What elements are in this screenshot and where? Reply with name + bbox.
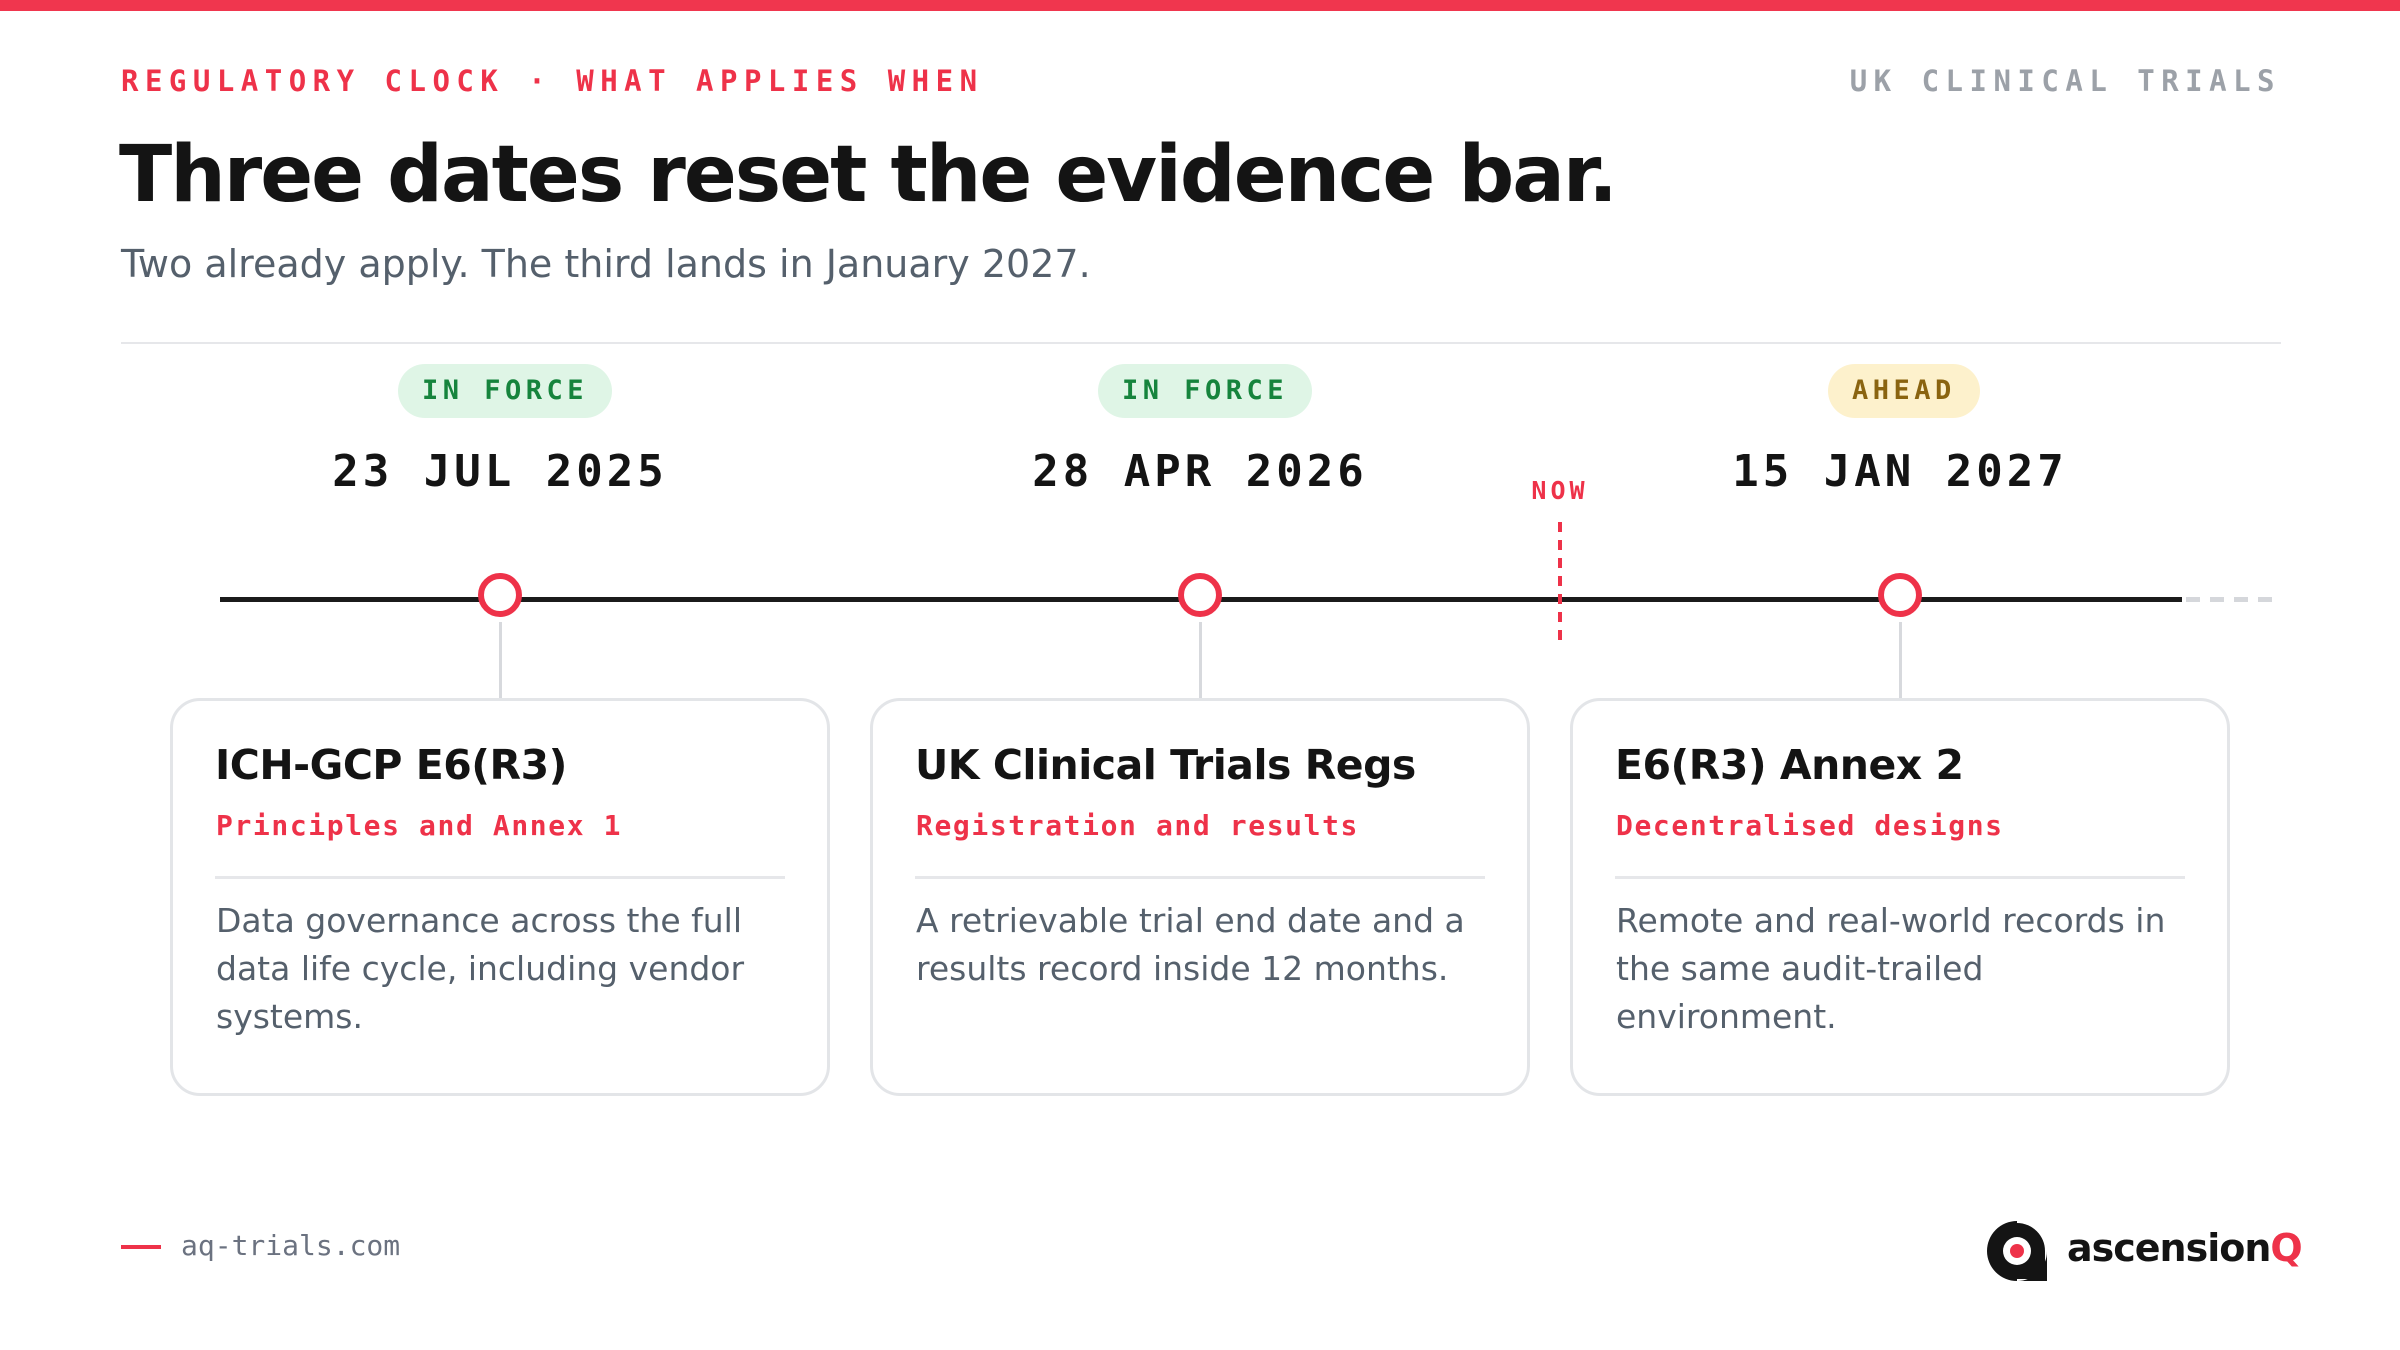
status-badge: IN FORCE — [398, 364, 613, 418]
milestone-card: E6(R3) Annex 2 Decentralised designs Rem… — [1570, 698, 2230, 1096]
milestone-connector — [1899, 622, 1902, 698]
card-title: ICH-GCP E6(R3) — [215, 741, 567, 789]
top-accent-bar — [0, 0, 2400, 11]
page-title: Three dates reset the evidence bar. — [119, 130, 1618, 220]
timeline-future-dash — [2186, 597, 2282, 602]
milestone-connector — [499, 622, 502, 698]
milestone-node — [478, 573, 522, 617]
milestone-card: ICH-GCP E6(R3) Principles and Annex 1 Da… — [170, 698, 830, 1096]
logo-wordmark-main: ascension — [2067, 1226, 2271, 1270]
card-divider — [915, 876, 1485, 879]
card-subtitle: Principles and Annex 1 — [216, 809, 623, 842]
card-title: UK Clinical Trials Regs — [915, 741, 1416, 789]
card-body: Remote and real-world records in the sam… — [1616, 901, 2166, 1036]
footer-link[interactable]: aq-trials.com — [181, 1229, 400, 1262]
milestone-node — [1878, 573, 1922, 617]
logo-wordmark-accent: Q — [2270, 1226, 2302, 1270]
logo-mark-icon — [1987, 1221, 2047, 1281]
milestone-date: 28 APR 2026 — [1032, 446, 1368, 497]
footer-accent-dash — [121, 1245, 161, 1249]
card-title: E6(R3) Annex 2 — [1615, 741, 1964, 789]
status-badge: AHEAD — [1828, 364, 1980, 418]
header-divider — [121, 342, 2281, 344]
now-marker-line — [1558, 522, 1562, 640]
card-subtitle: Decentralised designs — [1616, 809, 2004, 842]
milestone-date: 15 JAN 2027 — [1732, 446, 2068, 497]
card-body: A retrievable trial end date and a resul… — [916, 901, 1465, 988]
milestone-connector — [1199, 622, 1202, 698]
section-label: UK CLINICAL TRIALS — [1849, 64, 2281, 98]
card-body: Data governance across the full data lif… — [216, 901, 745, 1036]
milestone-date: 23 JUL 2025 — [332, 446, 668, 497]
card-subtitle: Registration and results — [916, 809, 1359, 842]
page-subtitle: Two already apply. The third lands in Ja… — [121, 242, 1091, 286]
status-badge: IN FORCE — [1098, 364, 1313, 418]
card-divider — [215, 876, 785, 879]
logo-wordmark: ascensionQ — [2067, 1226, 2303, 1270]
eyebrow-label: REGULATORY CLOCK · WHAT APPLIES WHEN — [121, 64, 984, 98]
card-divider — [1615, 876, 2185, 879]
milestone-card: UK Clinical Trials Regs Registration and… — [870, 698, 1530, 1096]
milestone-node — [1178, 573, 1222, 617]
